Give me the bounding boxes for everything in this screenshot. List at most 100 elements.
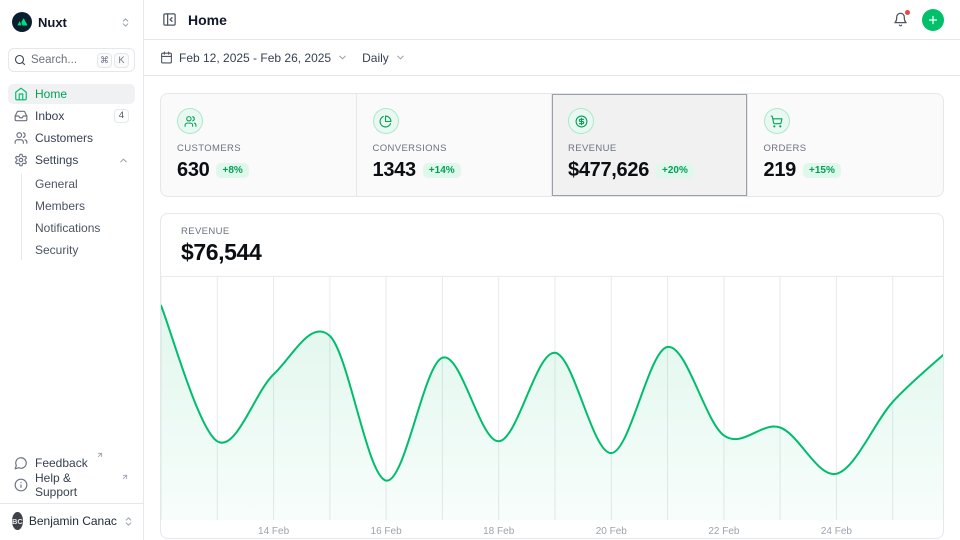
stat-card-revenue[interactable]: REVENUE $477,626 +20% bbox=[552, 94, 748, 196]
gear-icon bbox=[14, 153, 28, 167]
sidebar-item-label: Inbox bbox=[35, 109, 64, 123]
stat-delta-badge: +8% bbox=[216, 163, 248, 178]
search-input-wrap[interactable]: ⌘ K bbox=[8, 48, 135, 72]
user-name: Benjamin Canac bbox=[29, 514, 117, 528]
stat-delta-badge: +20% bbox=[656, 163, 694, 178]
chevron-down-icon bbox=[395, 52, 406, 63]
revenue-chart-card: REVENUE $76,544 14 Feb 16 Feb 18 Feb 20 Feb… bbox=[160, 213, 944, 539]
sidebar-item-label: Settings bbox=[35, 153, 78, 167]
panel-left-close-icon bbox=[162, 12, 177, 27]
nuxt-logo-icon bbox=[12, 12, 32, 32]
svg-text:24 Feb: 24 Feb bbox=[821, 526, 853, 537]
inbox-count-badge: 4 bbox=[114, 109, 129, 123]
kbd-cmd: ⌘ bbox=[97, 53, 112, 68]
settings-subnav: General Members Notifications Security bbox=[21, 174, 135, 260]
sidebar-item-label: Customers bbox=[35, 131, 93, 145]
stat-card-customers[interactable]: CUSTOMERS 630 +8% bbox=[161, 94, 357, 196]
chart-metric-total: $76,544 bbox=[181, 239, 923, 266]
home-icon bbox=[14, 87, 28, 101]
search-icon bbox=[14, 54, 26, 66]
search-shortcut: ⌘ K bbox=[97, 53, 129, 68]
sidebar: Nuxt ⌘ K Home Inbox 4 bbox=[0, 0, 144, 540]
plus-icon bbox=[927, 14, 939, 26]
circle-dollar-icon bbox=[568, 108, 594, 134]
search-input[interactable] bbox=[31, 54, 85, 66]
workspace-name: Nuxt bbox=[38, 15, 67, 30]
stat-card-conversions[interactable]: CONVERSIONS 1343 +14% bbox=[357, 94, 553, 196]
stat-label: CUSTOMERS bbox=[177, 143, 340, 154]
inbox-icon bbox=[14, 109, 28, 123]
feedback-label: Feedback bbox=[35, 456, 88, 470]
stat-delta-badge: +14% bbox=[423, 163, 461, 178]
sidebar-footer-links: Feedback Help & Support bbox=[8, 453, 135, 495]
main-panel: Home Feb 12, 2025 - Feb 26, 2025 bbox=[144, 0, 960, 540]
svg-text:16 Feb: 16 Feb bbox=[371, 526, 403, 537]
stat-value: 630 bbox=[177, 159, 209, 182]
svg-text:22 Feb: 22 Feb bbox=[708, 526, 740, 537]
subnav-label: Notifications bbox=[35, 221, 100, 235]
sidebar-item-customers[interactable]: Customers bbox=[8, 128, 135, 148]
avatar: BC bbox=[12, 512, 23, 530]
stat-delta-badge: +15% bbox=[803, 163, 841, 178]
stat-label: CONVERSIONS bbox=[373, 143, 536, 154]
subnav-item-notifications[interactable]: Notifications bbox=[31, 218, 135, 238]
svg-text:14 Feb: 14 Feb bbox=[258, 526, 290, 537]
svg-text:18 Feb: 18 Feb bbox=[483, 526, 515, 537]
subnav-label: General bbox=[35, 177, 78, 191]
granularity-select[interactable]: Daily bbox=[362, 51, 406, 65]
external-link-icon bbox=[96, 451, 104, 459]
filters-toolbar: Feb 12, 2025 - Feb 26, 2025 Daily bbox=[144, 40, 960, 76]
kbd-k: K bbox=[114, 53, 129, 68]
sidebar-item-home[interactable]: Home bbox=[8, 84, 135, 104]
chevron-down-icon bbox=[337, 52, 348, 63]
stat-value: 219 bbox=[764, 159, 796, 182]
date-range-button[interactable]: Feb 12, 2025 - Feb 26, 2025 bbox=[160, 51, 348, 65]
chevrons-up-down-icon bbox=[120, 17, 131, 28]
sidebar-nav: Home Inbox 4 Customers Settings Genera bbox=[8, 84, 135, 260]
notifications-button[interactable] bbox=[891, 10, 910, 29]
users-icon bbox=[14, 131, 28, 145]
sidebar-item-inbox[interactable]: Inbox 4 bbox=[8, 106, 135, 126]
stats-row: CUSTOMERS 630 +8% CONVERSIONS 1343 +14% bbox=[160, 93, 944, 197]
chart-metric-label: REVENUE bbox=[181, 226, 923, 237]
stat-label: ORDERS bbox=[764, 143, 928, 154]
feedback-link[interactable]: Feedback bbox=[8, 453, 135, 473]
page-header: Home bbox=[144, 0, 960, 40]
header-actions bbox=[891, 9, 944, 31]
subnav-label: Members bbox=[35, 199, 85, 213]
help-support-label: Help & Support bbox=[35, 471, 113, 499]
help-support-link[interactable]: Help & Support bbox=[8, 475, 135, 495]
external-link-icon bbox=[121, 473, 129, 481]
subnav-item-members[interactable]: Members bbox=[31, 196, 135, 216]
chevron-up-icon bbox=[118, 155, 129, 166]
chevrons-up-down-icon bbox=[123, 516, 134, 527]
stat-value: 1343 bbox=[373, 159, 416, 182]
chart-header: REVENUE $76,544 bbox=[161, 214, 943, 277]
subnav-item-security[interactable]: Security bbox=[31, 240, 135, 260]
subnav-item-general[interactable]: General bbox=[31, 174, 135, 194]
info-icon bbox=[14, 478, 28, 492]
svg-text:20 Feb: 20 Feb bbox=[596, 526, 628, 537]
add-button[interactable] bbox=[922, 9, 944, 31]
stat-value: $477,626 bbox=[568, 159, 649, 182]
user-menu-button[interactable]: BC Benjamin Canac bbox=[8, 504, 135, 532]
date-range-label: Feb 12, 2025 - Feb 26, 2025 bbox=[179, 51, 331, 65]
workspace-switcher[interactable]: Nuxt bbox=[8, 10, 135, 34]
granularity-label: Daily bbox=[362, 51, 389, 65]
shopping-cart-icon bbox=[764, 108, 790, 134]
page-title: Home bbox=[188, 12, 227, 28]
stat-label: REVENUE bbox=[568, 143, 731, 154]
chat-bubble-icon bbox=[14, 456, 28, 470]
collapse-sidebar-button[interactable] bbox=[160, 10, 179, 29]
stat-card-orders[interactable]: ORDERS 219 +15% bbox=[748, 94, 944, 196]
subnav-label: Security bbox=[35, 243, 78, 257]
calendar-icon bbox=[160, 51, 173, 64]
revenue-area-chart[interactable]: 14 Feb 16 Feb 18 Feb 20 Feb 22 Feb 24 Feb bbox=[161, 277, 943, 539]
dashboard-content: CUSTOMERS 630 +8% CONVERSIONS 1343 +14% bbox=[144, 76, 960, 539]
users-icon bbox=[177, 108, 203, 134]
chart-pie-icon bbox=[373, 108, 399, 134]
sidebar-spacer bbox=[8, 260, 135, 453]
notification-dot bbox=[904, 9, 911, 16]
sidebar-item-settings[interactable]: Settings bbox=[8, 150, 135, 170]
sidebar-item-label: Home bbox=[35, 87, 67, 101]
